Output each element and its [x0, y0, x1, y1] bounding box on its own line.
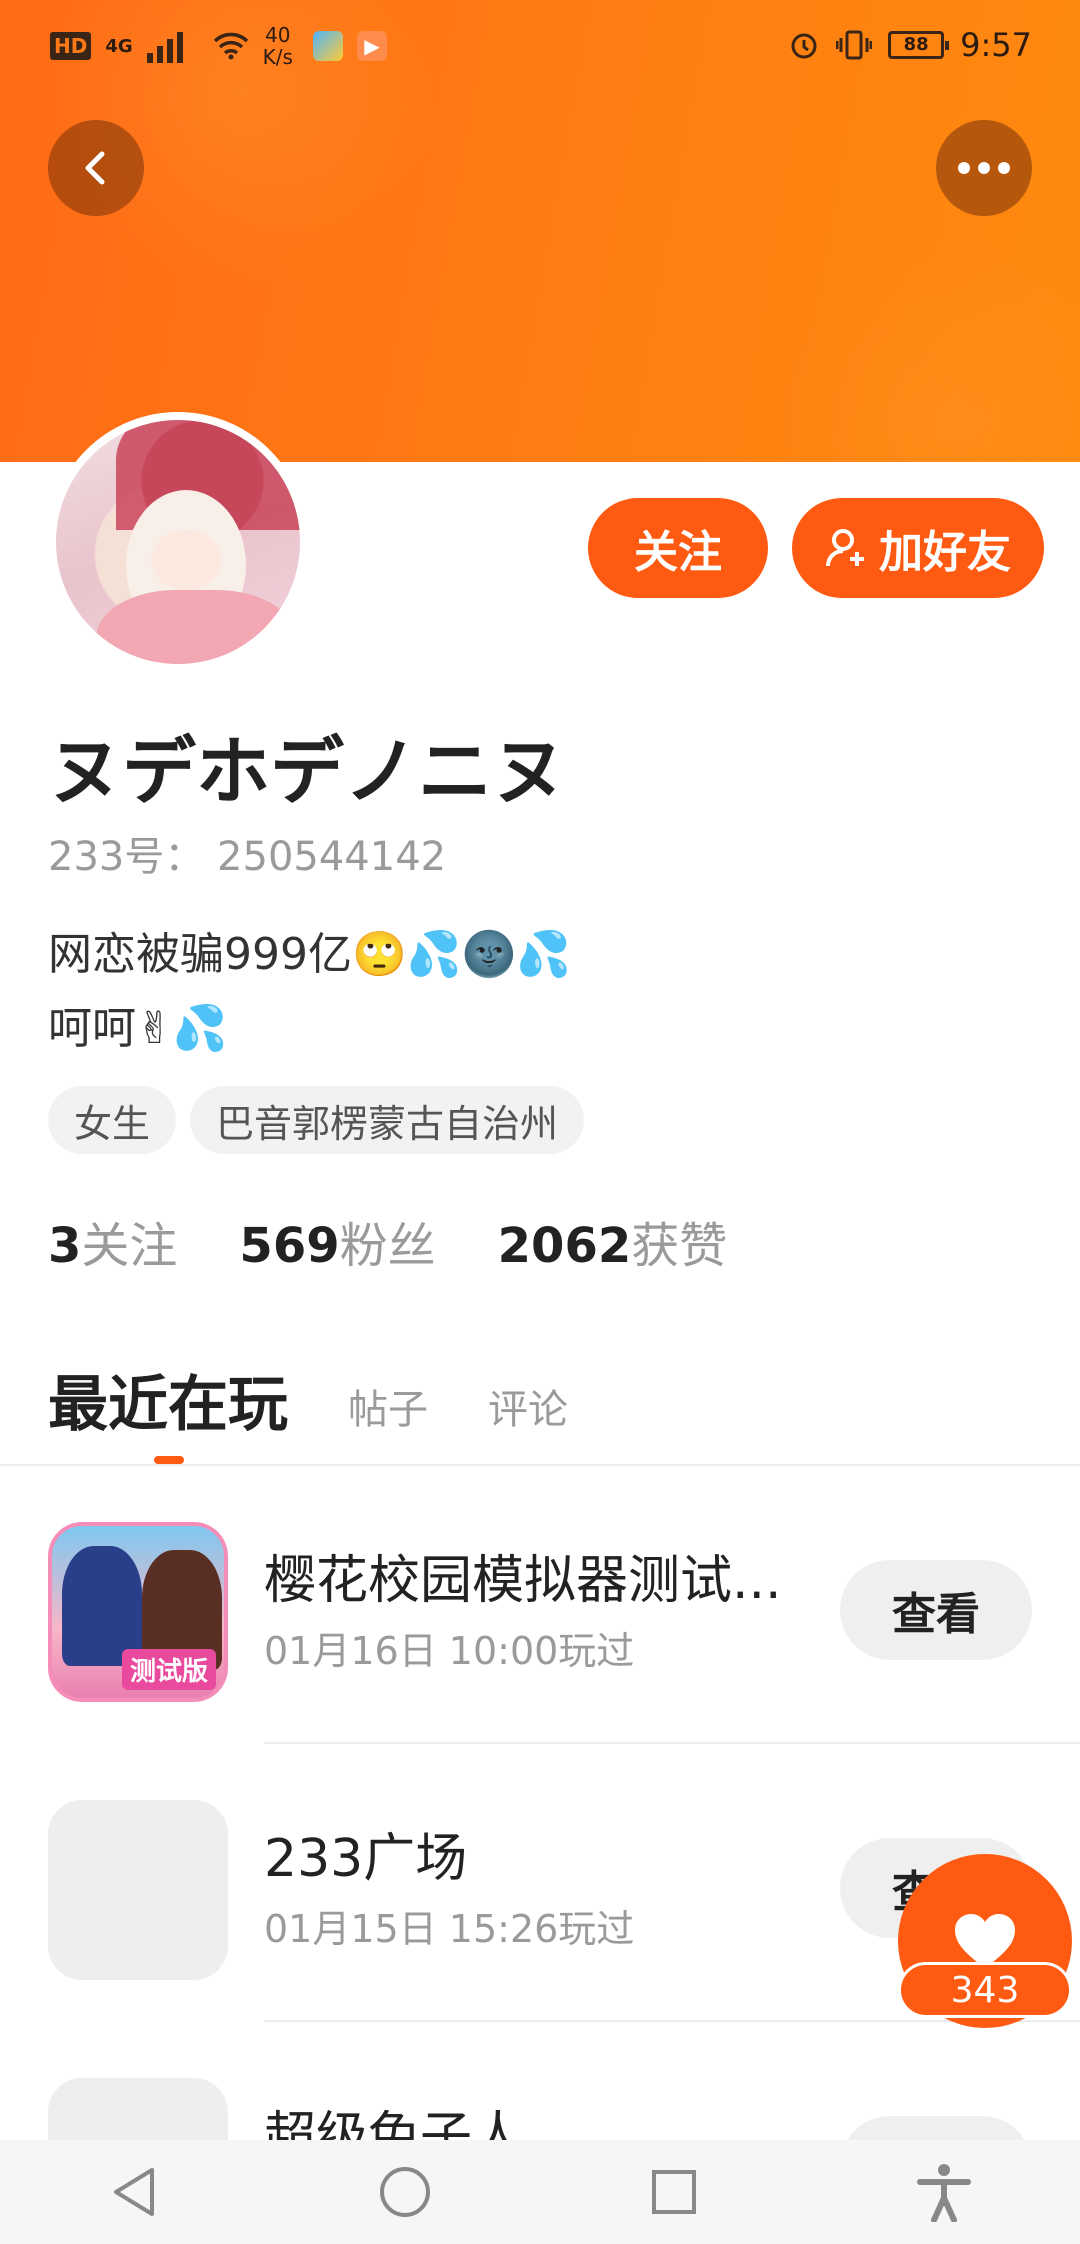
- stat-fans[interactable]: 569粉丝: [239, 1206, 435, 1276]
- video-app-icon: ▶: [356, 31, 387, 61]
- game-played-time: 01月16日 10:00玩过: [264, 1629, 635, 1673]
- tag-gender: 女生: [48, 1086, 177, 1154]
- tab-recent-played[interactable]: 最近在玩: [48, 1356, 288, 1443]
- game-played-time: 01月15日 15:26玩过: [264, 1907, 635, 1951]
- wifi-icon: [213, 32, 248, 60]
- tab-indicator: [154, 1456, 184, 1464]
- follow-label: 关注: [634, 527, 722, 578]
- follow-button[interactable]: 关注: [588, 498, 768, 598]
- nav-back-icon[interactable]: [108, 2164, 160, 2220]
- nav-home-icon[interactable]: [377, 2164, 433, 2220]
- stat-likes[interactable]: 2062获赞: [498, 1206, 728, 1276]
- back-button[interactable]: [48, 120, 144, 216]
- app-notification-icon: [312, 31, 343, 61]
- profile-tabs: 最近在玩 帖子 评论: [48, 1356, 568, 1443]
- add-friend-label: 加好友: [879, 527, 1011, 578]
- list-item[interactable]: 测试版 樱花校园模拟器测试... 01月16日 10:00玩过 查看: [0, 1466, 1080, 1744]
- stat-following[interactable]: 3关注: [48, 1206, 177, 1276]
- profile-bio: 网恋被骗999亿🙄💦🌚💦 呵呵✌💦: [48, 929, 572, 1054]
- view-button[interactable]: 查看: [840, 1560, 1032, 1660]
- accessibility-icon[interactable]: [916, 2162, 972, 2222]
- system-nav-bar: [0, 2140, 1080, 2244]
- tab-posts[interactable]: 帖子: [348, 1377, 428, 1443]
- profile-tags: 女生 巴音郭楞蒙古自治州: [48, 1086, 585, 1154]
- add-user-icon: [826, 529, 864, 567]
- battery-indicator: 88: [888, 31, 950, 59]
- game-icon: [48, 1800, 228, 1980]
- profile-id: 233号： 250544142: [48, 834, 447, 880]
- vibrate-icon: [836, 30, 873, 60]
- chevron-left-icon: [85, 151, 105, 185]
- add-friend-button[interactable]: 加好友: [792, 498, 1044, 598]
- network-speed: 40 K/s: [262, 23, 293, 69]
- profile-stats: 3关注 569粉丝 2062获赞: [48, 1206, 727, 1276]
- nav-recents-icon[interactable]: [649, 2167, 699, 2217]
- hd-icon: HD: [50, 32, 92, 60]
- more-options-button[interactable]: [936, 120, 1032, 216]
- game-title: 樱花校园模拟器测试...: [264, 1551, 782, 1611]
- game-icon: 测试版: [48, 1522, 228, 1702]
- tab-comments[interactable]: 评论: [488, 1377, 568, 1443]
- status-bar: HD 4G 40 K/s ▶ 88 9:57: [0, 0, 1080, 100]
- tag-location: 巴音郭楞蒙古自治州: [190, 1086, 585, 1154]
- network-label: 4G: [105, 35, 133, 57]
- alarm-icon: [791, 33, 817, 59]
- profile-name: ヌデホデノニヌ: [48, 729, 566, 815]
- clock: 9:57: [960, 26, 1032, 64]
- more-dots-icon: [958, 162, 1010, 174]
- signal-icon: [146, 29, 199, 63]
- like-count: 343: [898, 1962, 1072, 2018]
- avatar[interactable]: [48, 412, 308, 672]
- game-title: 233广场: [264, 1829, 468, 1889]
